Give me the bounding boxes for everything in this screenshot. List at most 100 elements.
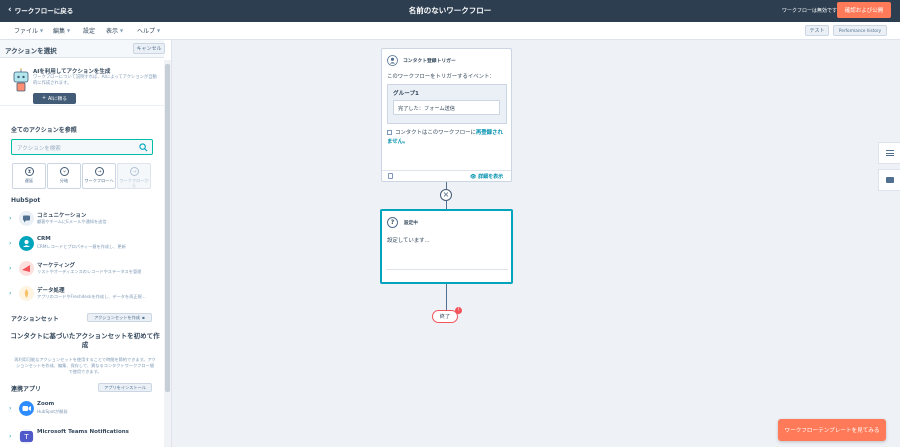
list-icon [886, 150, 894, 156]
category-name: コミュニケーション [37, 213, 87, 219]
filter-from-workflow: → ワークフローから [117, 163, 151, 189]
chevron-left-icon: ‹ [8, 4, 12, 15]
category-marketing[interactable]: › マーケティング リストやオーディエンスのレコードやステータスを管理 [0, 258, 164, 283]
view-templates-button[interactable]: ワークフローテンプレートを見てみる [778, 419, 886, 441]
branch-icon: ⑂ [60, 167, 69, 176]
trigger-condition[interactable]: 完了した：フォーム送信 [393, 100, 500, 115]
app-zoom[interactable]: › Zoom HubSpotが開発 [0, 398, 164, 423]
reenrollment-note: コンタクトはこのワークフローに再登録されません。 [387, 129, 507, 147]
menu-help[interactable]: ヘルプ ▼ [137, 26, 160, 35]
comment-icon [886, 177, 894, 183]
category-data-ops[interactable]: › データ処理 アプリのコードやFreshdeskを作成し、データを再正規... [0, 283, 164, 308]
end-node[interactable]: 終了 [432, 310, 458, 323]
install-app-button[interactable]: アプリをインストール [98, 383, 152, 392]
search-placeholder: アクションを検索 [17, 146, 61, 152]
category-desc: アプリのコードやFreshdeskを作成し、データを再正規... [37, 294, 146, 299]
ai-title: AIを利用してアクションを生成 [33, 69, 111, 75]
menu-view[interactable]: 表示 ▼ [106, 26, 123, 35]
connected-apps-title: 連携アプリ [11, 386, 42, 393]
action-panel: アクションを選択 キャンセル AIを利用してアクションを生成 ワークフローについ… [0, 40, 172, 447]
arrow-right-icon: → [130, 167, 139, 176]
empty-action-sets-title: コンタクトに基づいたアクションセットを初めて作成 [10, 332, 160, 349]
action-title: 設定中 [404, 221, 418, 226]
review-and-publish-button[interactable]: 確認および公開 [837, 2, 891, 18]
install-app-label: アプリをインストール [104, 384, 146, 390]
show-details-label: 詳細を表示 [478, 174, 504, 180]
reenroll-text: コンタクトはこのワークフローに [395, 130, 476, 136]
app-teams[interactable]: › T Microsoft Teams Notifications [0, 426, 164, 447]
menu-bar: ファイル ▼ 編集 ▼ 設定 表示 ▼ ヘルプ ▼ テスト Performance hi… [0, 22, 900, 40]
trigger-card[interactable]: コンタクト登録トリガー このワークフローをトリガーするイベント： グループ1 完… [381, 48, 512, 182]
data-icon [19, 286, 34, 301]
workflow-title[interactable]: 名前のないワークフロー [0, 5, 900, 16]
clock-icon: ⧗ [25, 167, 34, 176]
chevron-right-icon: › [9, 240, 12, 247]
category-communication[interactable]: › コミュニケーション 顧客やチームにEメールや通知を送信 [0, 208, 164, 233]
eye-icon: 👁 [470, 174, 477, 180]
caret-down-icon: ▼ [40, 28, 44, 33]
chevron-right-icon: › [9, 290, 12, 297]
svg-text:T: T [23, 433, 29, 441]
create-action-set-button[interactable]: アクションセットを作成 ▪ [87, 313, 152, 322]
caret-down-icon: ▼ [67, 28, 71, 33]
category-desc: リストやオーディエンスのレコードやステータスを管理 [37, 269, 142, 274]
create-action-set-label: アクションセットを作成 [94, 314, 140, 320]
menu-view-label: 表示 [106, 28, 119, 35]
copy-icon[interactable] [388, 173, 393, 179]
right-rail-tab-comments[interactable] [878, 169, 900, 191]
browse-actions-title: 全てのアクションを参照 [11, 127, 77, 134]
workflow-status: ワークフローは無効です [782, 8, 838, 14]
hubspot-section-title: HubSpot [11, 197, 41, 204]
menu-file[interactable]: ファイル ▼ [14, 26, 43, 35]
card-divider [386, 269, 508, 270]
teams-icon: T [19, 429, 34, 444]
menu-edit[interactable]: 編集 ▼ [53, 26, 70, 35]
empty-action-sets-desc: 再利用可能なアクションセットを使用することで時間を節約できます。アクションセット… [14, 357, 156, 374]
trigger-card-footer: 👁 詳細を表示 [382, 170, 511, 182]
app-desc: HubSpotが開発 [37, 409, 68, 414]
ai-generate-button[interactable]: + AIに頼る [33, 93, 76, 104]
chevron-right-icon: › [9, 405, 12, 412]
category-name: マーケティング [37, 263, 76, 269]
workflow-canvas[interactable] [172, 40, 900, 447]
filter-delay-label: 遅延 [24, 178, 34, 183]
filter-branch-label: 分岐 [59, 178, 69, 183]
filter-branch[interactable]: ⑂ 分岐 [47, 163, 81, 189]
panel-header: アクションを選択 キャンセル [0, 40, 165, 58]
chevron-right-icon: › [9, 433, 12, 440]
cancel-button[interactable]: キャンセル [133, 43, 165, 54]
top-bar: ‹ ワークフローに戻る 名前のないワークフロー ワークフローは無効です 確認およ… [0, 0, 900, 22]
chevron-right-icon: › [9, 215, 12, 222]
back-to-workflows-link[interactable]: ‹ ワークフローに戻る [8, 5, 73, 15]
filter-from-workflow-label: ワークフローから [119, 178, 149, 188]
delete-action-icon[interactable]: × [440, 189, 452, 201]
plus-icon: + [41, 96, 46, 101]
category-crm[interactable]: › CRM CRMレコードとプロパティー値を作成し、更新 [0, 233, 164, 258]
action-body: 設定しています... [387, 238, 430, 244]
search-icon [139, 143, 148, 152]
filter-to-workflow-label: ワークフローへ [84, 178, 114, 183]
action-card-configuring[interactable]: ? 設定中 設定しています... [380, 209, 513, 284]
trigger-group[interactable]: グループ1 完了した：フォーム送信 [387, 84, 507, 124]
menu-settings[interactable]: 設定 [83, 26, 95, 35]
category-desc: 顧客やチームにEメールや通知を送信 [37, 219, 107, 224]
category-name: CRM [37, 236, 51, 242]
group-title: グループ1 [393, 91, 419, 97]
lock-icon: ▪ [142, 315, 145, 320]
caret-down-icon: ▼ [120, 28, 124, 33]
connector-line [446, 201, 447, 209]
action-search-input[interactable]: アクションを検索 [11, 139, 153, 155]
filter-delay[interactable]: ⧗ 遅延 [12, 163, 46, 189]
filter-to-workflow[interactable]: → ワークフローへ [82, 163, 116, 189]
performance-history-button[interactable]: Performance history [833, 25, 887, 36]
right-rail-tab-properties[interactable] [878, 142, 900, 164]
panel-title: アクションを選択 [5, 47, 57, 55]
connector-line [446, 284, 447, 310]
panel-scroll-thumb[interactable] [165, 64, 170, 392]
menu-edit-label: 編集 [53, 28, 66, 35]
megaphone-icon [19, 261, 34, 276]
test-button[interactable]: テスト [805, 25, 829, 36]
show-details-link[interactable]: 👁 詳細を表示 [470, 173, 503, 180]
ai-button-label: AIに頼る [47, 97, 68, 102]
app-name: Microsoft Teams Notifications [37, 429, 129, 435]
